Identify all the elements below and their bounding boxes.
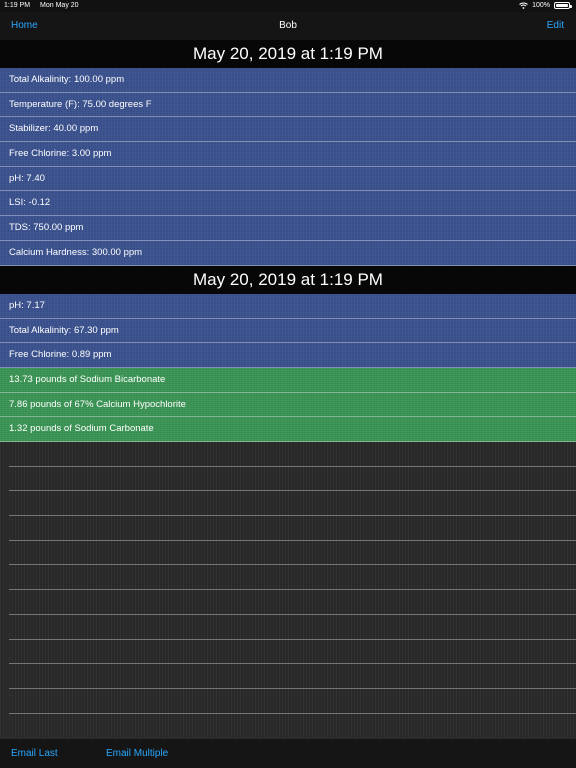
reading-list: Total Alkalinity: 100.00 ppm Temperature…	[0, 68, 576, 266]
reading-list: pH: 7.17 Total Alkalinity: 67.30 ppm Fre…	[0, 294, 576, 443]
recommendation-row-sodium-carbonate[interactable]: 1.32 pounds of Sodium Carbonate	[0, 417, 576, 443]
empty-table-area	[0, 442, 576, 739]
reading-row-lsi[interactable]: LSI: -0.12	[0, 191, 576, 217]
recommendation-row-calcium-hypochlorite[interactable]: 7.86 pounds of 67% Calcium Hypochlorite	[0, 392, 576, 418]
reading-row-ph[interactable]: pH: 7.40	[0, 166, 576, 192]
reading-row-temperature[interactable]: Temperature (F): 75.00 degrees F	[0, 92, 576, 118]
battery-percent: 100%	[532, 2, 550, 9]
bottom-toolbar: Email Last Email Multiple	[0, 739, 576, 768]
reading-row-total-alkalinity[interactable]: Total Alkalinity: 100.00 ppm	[0, 68, 576, 93]
email-last-button[interactable]: Email Last	[11, 748, 58, 759]
section-header: May 20, 2019 at 1:19 PM	[0, 40, 576, 68]
battery-icon	[554, 2, 572, 9]
reading-row-stabilizer[interactable]: Stabilizer: 40.00 ppm	[0, 117, 576, 143]
empty-row	[9, 615, 576, 640]
status-date: Mon May 20	[40, 2, 79, 9]
empty-row	[9, 467, 576, 492]
empty-row	[9, 491, 576, 517]
email-multiple-button[interactable]: Email Multiple	[106, 748, 168, 759]
reading-row-free-chlorine[interactable]: Free Chlorine: 0.89 ppm	[0, 343, 576, 369]
empty-row	[9, 541, 576, 566]
reading-row-tds[interactable]: TDS: 750.00 ppm	[0, 216, 576, 241]
empty-row	[9, 664, 576, 689]
empty-row	[9, 442, 576, 467]
section-header: May 20, 2019 at 1:19 PM	[0, 266, 576, 294]
status-bar: 1:19 PM Mon May 20 100%	[0, 0, 576, 12]
status-time: 1:19 PM	[4, 2, 31, 9]
page-title: Bob	[279, 20, 297, 31]
reading-row-ph[interactable]: pH: 7.17	[0, 294, 576, 319]
wifi-icon	[519, 2, 528, 9]
reading-row-total-alkalinity[interactable]: Total Alkalinity: 67.30 ppm	[0, 318, 576, 344]
reading-row-free-chlorine[interactable]: Free Chlorine: 3.00 ppm	[0, 142, 576, 167]
empty-row	[9, 590, 576, 615]
empty-row	[9, 565, 576, 591]
nav-bar: Home Bob Edit	[0, 12, 576, 40]
empty-row	[9, 640, 576, 665]
reading-row-calcium-hardness[interactable]: Calcium Hardness: 300.00 ppm	[0, 240, 576, 266]
edit-button[interactable]: Edit	[547, 20, 564, 31]
empty-row	[9, 516, 576, 541]
empty-row	[9, 689, 576, 714]
recommendation-row-sodium-bicarbonate[interactable]: 13.73 pounds of Sodium Bicarbonate	[0, 368, 576, 393]
